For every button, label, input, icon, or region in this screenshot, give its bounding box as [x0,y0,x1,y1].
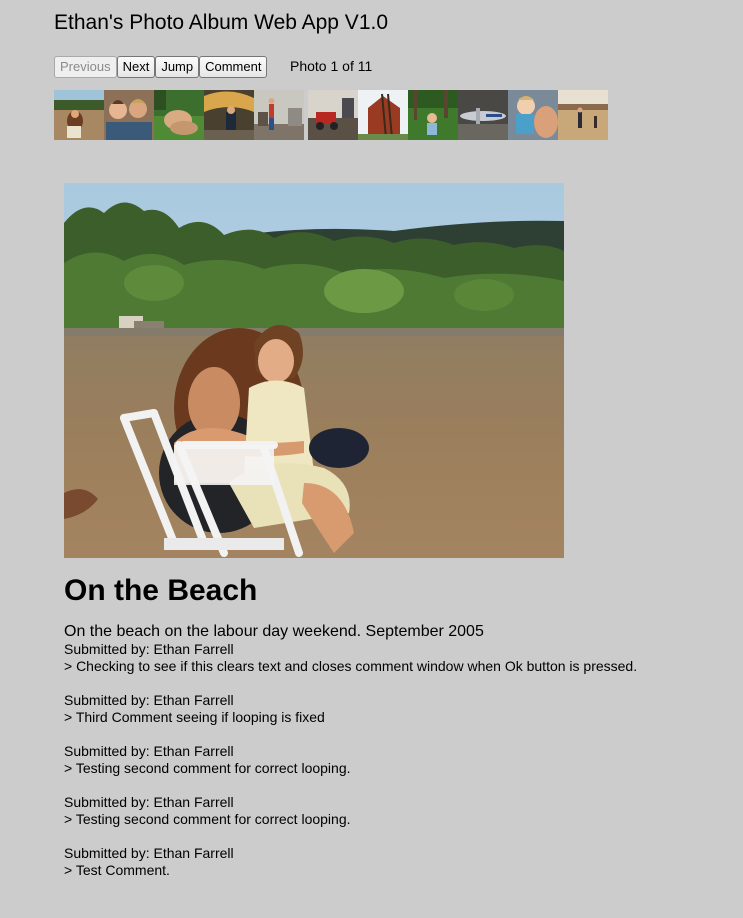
comment-author: Submitted by: Ethan Farrell [64,794,234,810]
thumb-nap[interactable] [154,90,204,140]
thumb-beach[interactable] [54,90,104,140]
thumb-beach-image [54,90,104,140]
photo-title: On the Beach [64,574,258,607]
thumb-boat-image [204,90,254,140]
comment-text: > Third Comment seeing if looping is fix… [64,709,325,725]
photo-counter: Photo 1 of 11 [290,58,373,74]
next-button[interactable]: Next [116,56,156,78]
main-photo [64,183,564,558]
comment-author: Submitted by: Ethan Farrell [64,743,234,759]
thumb-boat[interactable] [204,90,254,140]
comment-author: Submitted by: Ethan Farrell [64,692,234,708]
comment-text: > Testing second comment for correct loo… [64,760,351,776]
thumb-workshop-image [308,90,358,140]
thumb-barn[interactable] [358,90,408,140]
thumb-toddler-grass[interactable] [408,90,458,140]
comment-author: Submitted by: Ethan Farrell [64,845,234,861]
comment-item: Submitted by: Ethan Farrell > Testing se… [64,743,724,777]
thumb-baby-image [508,90,558,140]
photo-album-app: Ethan's Photo Album Web App V1.0 Previou… [0,0,743,918]
previous-button[interactable]: Previous [54,56,117,78]
thumb-couch[interactable] [104,90,154,140]
comment-text: > Checking to see if this clears text an… [64,658,638,674]
jump-button[interactable]: Jump [155,56,200,78]
thumb-gym[interactable] [558,90,608,140]
comment-item: Submitted by: Ethan Farrell > Third Comm… [64,692,724,726]
thumb-living-room[interactable] [254,90,304,140]
thumb-couch-image [104,90,154,140]
comment-button[interactable]: Comment [199,56,268,78]
thumb-airplane[interactable] [458,90,508,140]
comment-author: Submitted by: Ethan Farrell [64,641,234,657]
comment-item: Submitted by: Ethan Farrell > Testing se… [64,794,724,828]
navigation-controls: Previous Next Jump Comment [54,56,268,78]
thumbnail-strip [54,90,608,140]
beach-photo-image [64,183,564,558]
thumb-nap-image [154,90,204,140]
photo-caption: On the beach on the labour day weekend. … [64,623,484,640]
thumb-airplane-image [458,90,508,140]
thumb-workshop[interactable] [308,90,358,140]
thumb-toddler-grass-image [408,90,458,140]
thumb-living-room-image [254,90,304,140]
thumb-gym-image [558,90,608,140]
thumb-barn-image [358,90,408,140]
app-title: Ethan's Photo Album Web App V1.0 [54,11,389,34]
thumb-baby[interactable] [508,90,558,140]
comment-list: Submitted by: Ethan Farrell > Checking t… [64,641,724,896]
comment-item: Submitted by: Ethan Farrell > Test Comme… [64,845,724,879]
comment-text: > Testing second comment for correct loo… [64,811,351,827]
comment-text: > Test Comment. [64,862,170,878]
comment-item: Submitted by: Ethan Farrell > Checking t… [64,641,724,675]
